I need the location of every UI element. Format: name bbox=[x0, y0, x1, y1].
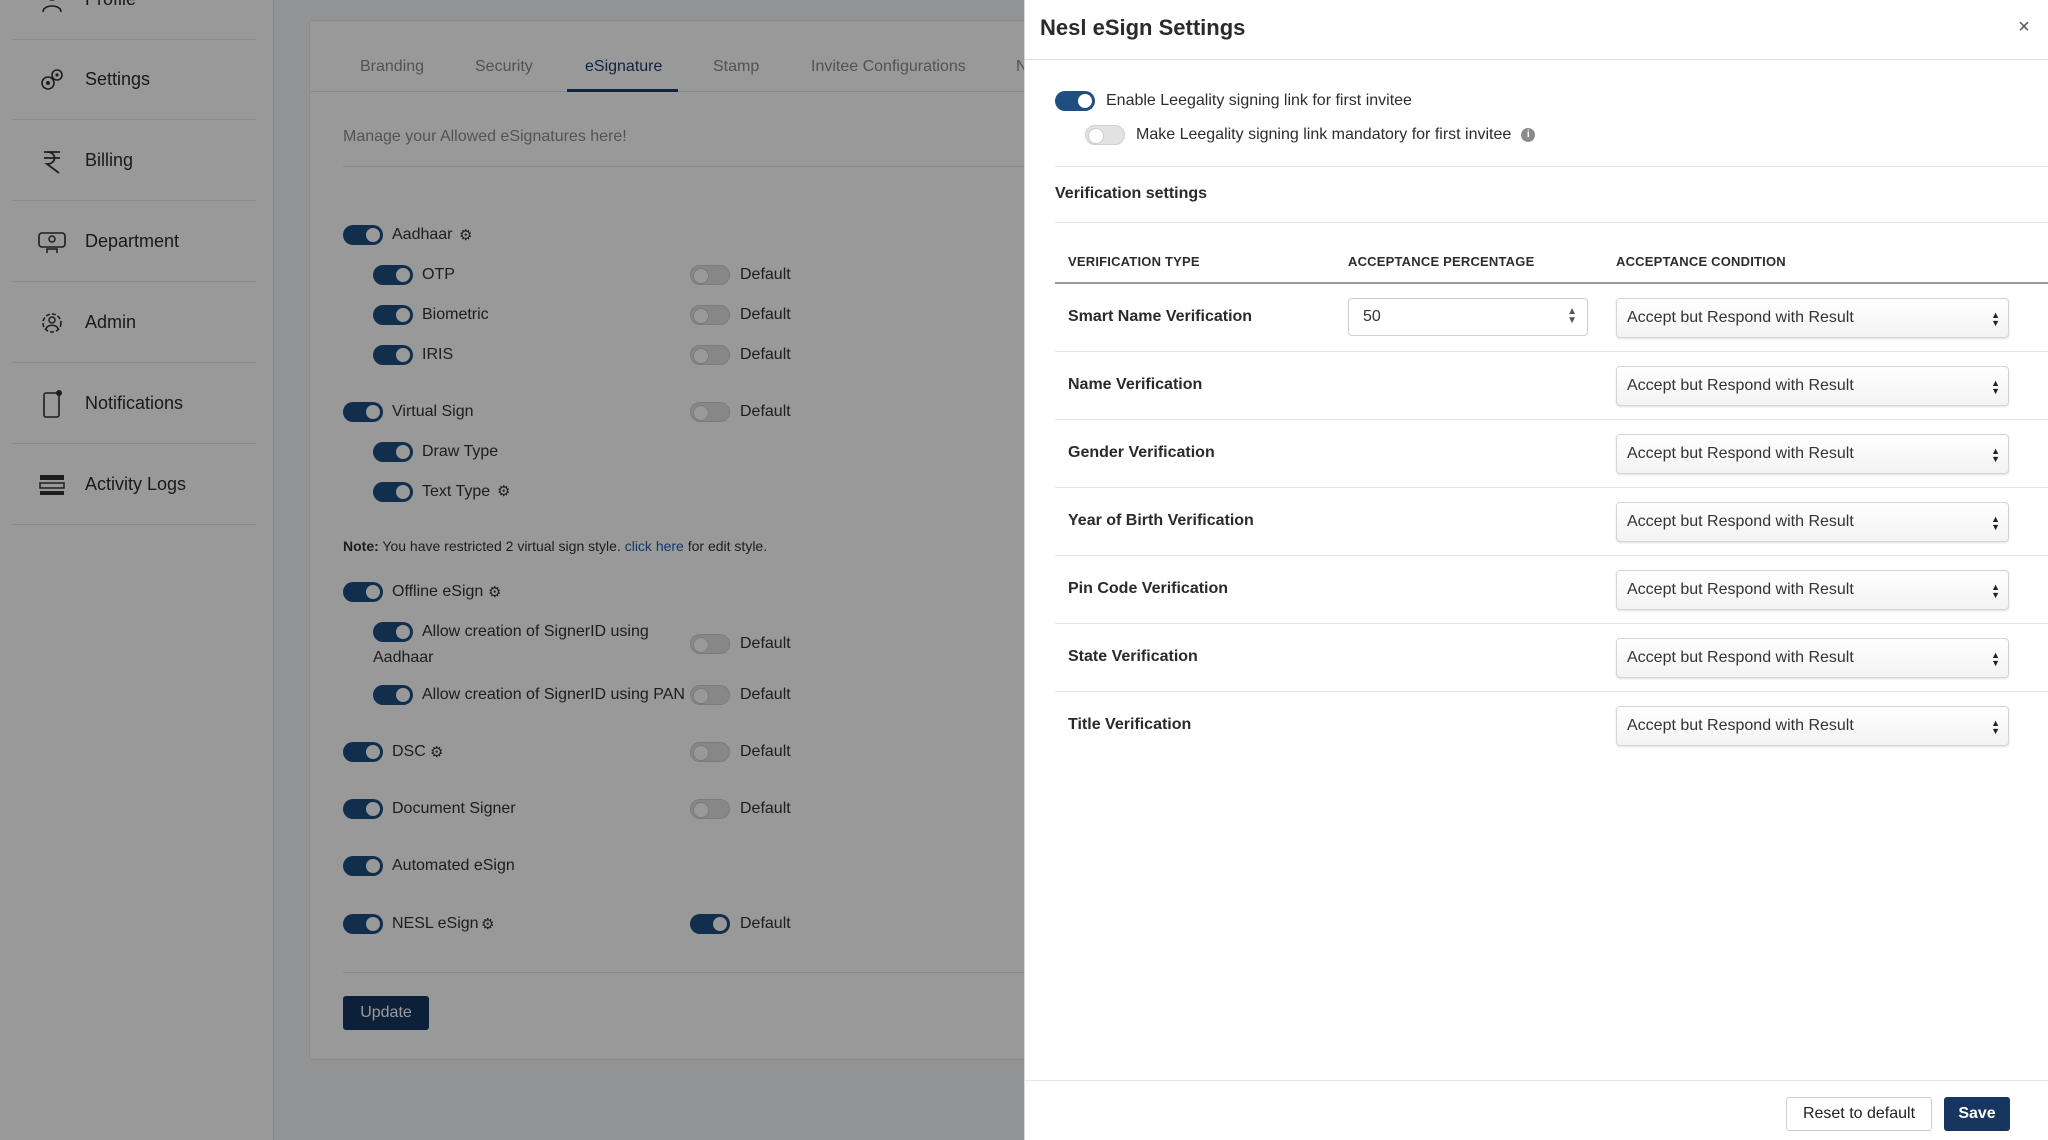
modal-backdrop[interactable] bbox=[0, 0, 1024, 1140]
close-icon[interactable]: × bbox=[2013, 16, 2035, 38]
reset-to-default-button[interactable]: Reset to default bbox=[1786, 1097, 1932, 1131]
verification-table: VERIFICATION TYPE ACCEPTANCE PERCENTAGE … bbox=[1055, 232, 2048, 760]
acceptance-condition-select[interactable]: Accept but Respond with Result ▲ ▼ bbox=[1616, 502, 2009, 542]
acceptance-condition-select[interactable]: Accept but Respond with Result ▲ ▼ bbox=[1616, 366, 2009, 406]
acceptance-percentage-value: 50 bbox=[1363, 308, 1381, 325]
acceptance-condition-value: Accept but Respond with Result bbox=[1627, 513, 1854, 530]
acceptance-condition-select[interactable]: Accept but Respond with Result ▲ ▼ bbox=[1616, 570, 2009, 610]
verification-type: Pin Code Verification bbox=[1068, 580, 1229, 597]
select-caret-icon: ▲ ▼ bbox=[1991, 582, 2000, 600]
table-row: Title Verification Accept but Respond wi… bbox=[1055, 692, 2048, 760]
info-icon[interactable]: i bbox=[1521, 128, 1536, 142]
acceptance-condition-select[interactable]: Accept but Respond with Result ▲ ▼ bbox=[1616, 638, 2009, 678]
verification-type: Gender Verification bbox=[1068, 444, 1215, 461]
verification-type: State Verification bbox=[1068, 648, 1198, 665]
acceptance-percentage-input[interactable]: 50 ▲ ▼ bbox=[1348, 298, 1588, 336]
mandatory-signing-link-label: Make Leegality signing link mandatory fo… bbox=[1136, 126, 1512, 143]
acceptance-condition-select[interactable]: Accept but Respond with Result ▲ ▼ bbox=[1616, 706, 2009, 746]
acceptance-condition-select[interactable]: Accept but Respond with Result ▲ ▼ bbox=[1616, 434, 2009, 474]
select-caret-icon: ▲ ▼ bbox=[1991, 514, 2000, 532]
table-row: Year of Birth Verification Accept but Re… bbox=[1055, 488, 2048, 556]
enable-signing-link-label: Enable Leegality signing link for first … bbox=[1106, 92, 1412, 109]
table-row: Gender Verification Accept but Respond w… bbox=[1055, 420, 2048, 488]
acceptance-condition-value: Accept but Respond with Result bbox=[1627, 581, 1854, 598]
column-header-acceptance-condition: ACCEPTANCE CONDITION bbox=[1616, 254, 1786, 269]
table-row: State Verification Accept but Respond wi… bbox=[1055, 624, 2048, 692]
acceptance-condition-value: Accept but Respond with Result bbox=[1627, 717, 1854, 734]
divider bbox=[1055, 222, 2048, 223]
drawer-header: Nesl eSign Settings × bbox=[1025, 0, 2048, 60]
table-row: Smart Name Verification 50 ▲ ▼ Accept but… bbox=[1055, 284, 2048, 352]
divider bbox=[1055, 166, 2048, 167]
nesl-esign-settings-drawer: Nesl eSign Settings × Enable Leegality s… bbox=[1024, 0, 2048, 1140]
select-caret-icon: ▲ ▼ bbox=[1991, 718, 2000, 736]
select-caret-icon: ▲ ▼ bbox=[1991, 310, 2000, 328]
table-header: VERIFICATION TYPE ACCEPTANCE PERCENTAGE … bbox=[1055, 232, 2048, 284]
acceptance-condition-value: Accept but Respond with Result bbox=[1627, 649, 1854, 666]
drawer-footer: Reset to default Save bbox=[1025, 1080, 2048, 1140]
verification-settings-title: Verification settings bbox=[1055, 185, 1208, 202]
mandatory-signing-link-toggle[interactable] bbox=[1085, 125, 1125, 145]
verification-type: Name Verification bbox=[1068, 376, 1203, 393]
table-row: Name Verification Accept but Respond wit… bbox=[1055, 352, 2048, 420]
drawer-title: Nesl eSign Settings bbox=[1040, 15, 1246, 40]
enable-signing-link-row: Enable Leegality signing link for first … bbox=[1055, 91, 1412, 111]
select-caret-icon: ▲ ▼ bbox=[1991, 378, 2000, 396]
verification-type: Title Verification bbox=[1068, 716, 1192, 733]
enable-signing-link-toggle[interactable] bbox=[1055, 91, 1095, 111]
select-caret-icon: ▲ ▼ bbox=[1991, 650, 2000, 668]
table-row: Pin Code Verification Accept but Respond… bbox=[1055, 556, 2048, 624]
verification-type: Smart Name Verification bbox=[1068, 308, 1253, 325]
mandatory-signing-link-row: Make Leegality signing link mandatory fo… bbox=[1085, 125, 1536, 145]
acceptance-condition-value: Accept but Respond with Result bbox=[1627, 445, 1854, 462]
acceptance-condition-value: Accept but Respond with Result bbox=[1627, 377, 1854, 394]
save-button[interactable]: Save bbox=[1944, 1097, 2010, 1131]
number-spinner-icon[interactable]: ▲ ▼ bbox=[1567, 307, 1577, 326]
column-header-verification-type: VERIFICATION TYPE bbox=[1068, 254, 1200, 269]
verification-type: Year of Birth Verification bbox=[1068, 512, 1254, 529]
acceptance-condition-value: Accept but Respond with Result bbox=[1627, 309, 1854, 326]
column-header-acceptance-percentage: ACCEPTANCE PERCENTAGE bbox=[1348, 254, 1535, 269]
select-caret-icon: ▲ ▼ bbox=[1991, 446, 2000, 464]
acceptance-condition-select[interactable]: Accept but Respond with Result ▲ ▼ bbox=[1616, 298, 2009, 338]
